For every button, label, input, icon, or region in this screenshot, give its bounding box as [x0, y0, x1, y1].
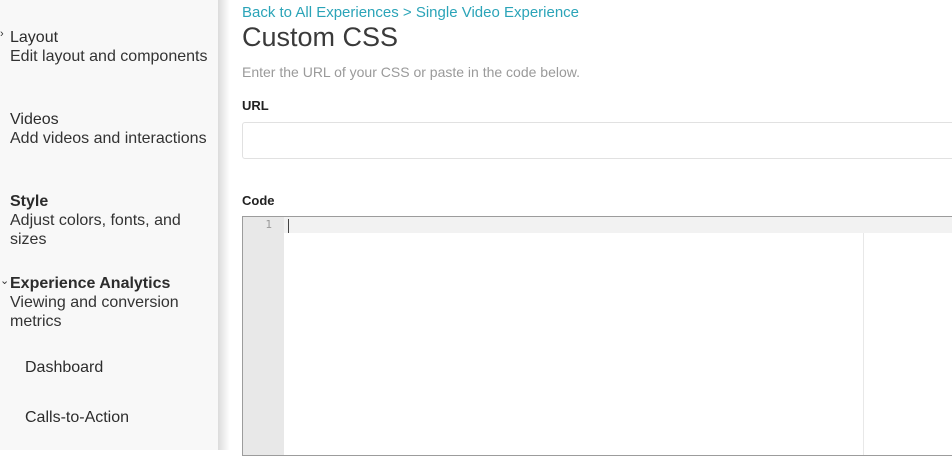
line-number: 1 — [265, 218, 272, 231]
sidebar-item-title: Style — [10, 193, 49, 210]
url-input[interactable] — [242, 122, 952, 159]
sidebar-subitem-dashboard[interactable]: Dashboard — [25, 359, 103, 377]
code-label: Code — [242, 193, 275, 208]
sidebar-item-description: Adjust colors, fonts, and sizes — [10, 212, 181, 248]
page-title: Custom CSS — [242, 22, 399, 52]
expand-marker-icon: › — [0, 28, 4, 40]
sidebar-item-description: Viewing and conversion metrics — [10, 294, 179, 330]
sidebar-item-title: Experience Analytics — [10, 275, 171, 292]
breadcrumb-link[interactable]: Back to All Experiences > Single Video E… — [242, 4, 579, 21]
sidebar-item-layout[interactable]: › Layout Edit layout and components — [0, 28, 210, 66]
sidebar-item-style[interactable]: Style Adjust colors, fonts, and sizes — [10, 192, 210, 249]
editor-gutter: 1 — [243, 217, 284, 455]
code-editor[interactable]: 1 — [242, 216, 952, 456]
sidebar: › Layout Edit layout and components Vide… — [0, 0, 218, 450]
sidebar-item-title: Layout — [10, 29, 59, 46]
active-line-highlight — [284, 217, 952, 233]
instructions-text: Enter the URL of your CSS or paste in th… — [242, 64, 581, 80]
sidebar-item-videos[interactable]: Videos Add videos and interactions — [10, 110, 210, 148]
sidebar-shadow — [218, 0, 230, 450]
sidebar-item-title: Videos — [10, 111, 59, 128]
print-margin — [863, 233, 864, 455]
sidebar-item-description: Add videos and interactions — [10, 130, 207, 147]
sidebar-subitem-calls-to-action[interactable]: Calls-to-Action — [25, 409, 129, 427]
sidebar-item-description: Edit layout and components — [10, 48, 208, 65]
sidebar-item-experience-analytics[interactable]: ⌄ Experience Analytics Viewing and conve… — [0, 274, 210, 331]
expand-marker-icon: ⌄ — [0, 275, 10, 287]
text-cursor — [288, 219, 289, 233]
url-label: URL — [242, 98, 269, 113]
